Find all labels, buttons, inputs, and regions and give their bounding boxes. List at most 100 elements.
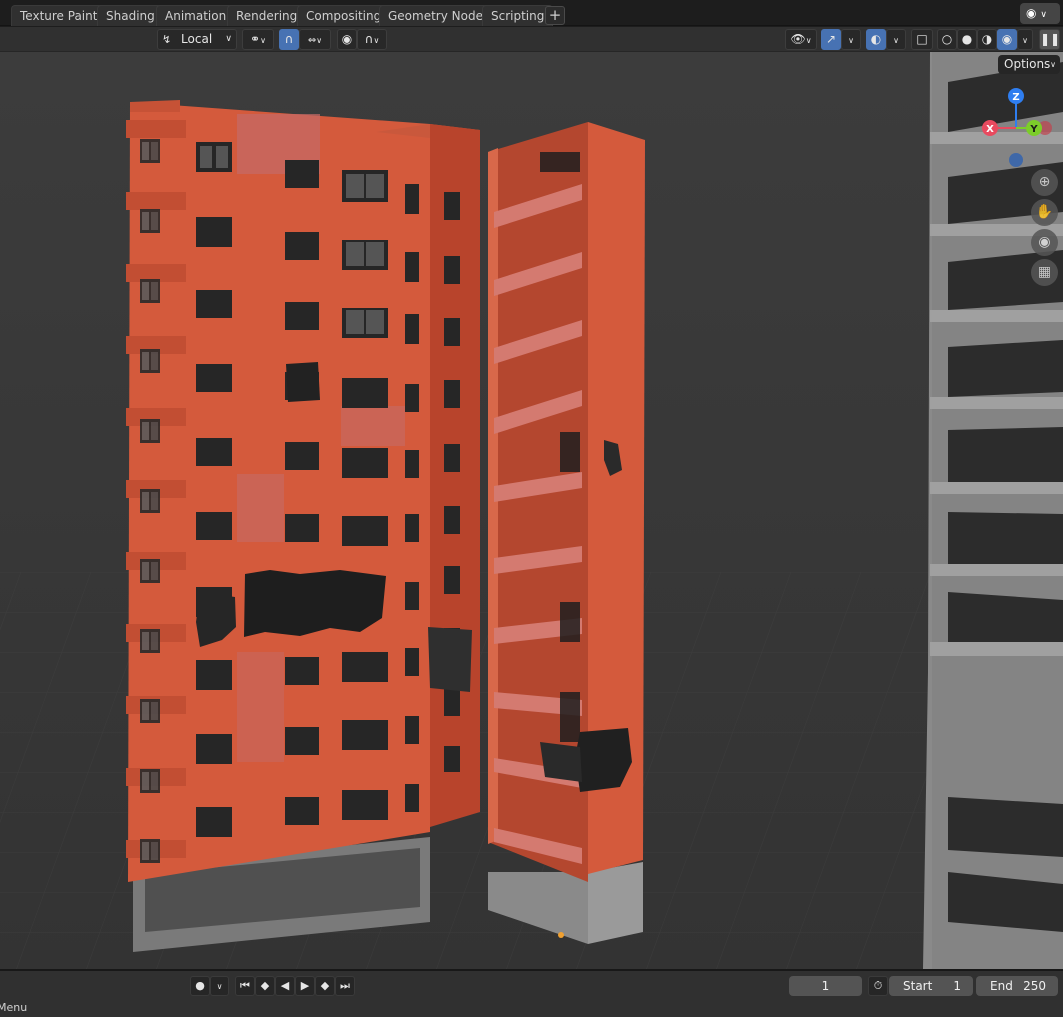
jump-end-icon: ⏭ — [340, 979, 350, 992]
solid-shading-button[interactable]: ● — [957, 29, 977, 50]
pause-icon: ❚❚ — [1040, 32, 1061, 46]
chevron-down-icon: ∨ — [1040, 10, 1047, 20]
play-button[interactable]: ▶ — [295, 976, 315, 996]
record-dot-icon: ● — [195, 979, 205, 992]
proportional-edit-icon: ◉ — [341, 32, 353, 46]
workspace-tab-bar: Texture Paint Shading Animation Renderin… — [0, 0, 1063, 26]
proportional-edit-toggle[interactable]: ◉ — [337, 29, 357, 50]
prev-keyframe-icon: ◆ — [260, 979, 270, 992]
jump-end-button[interactable]: ⏭ — [335, 976, 355, 996]
gizmo-x-label: X — [986, 124, 994, 135]
chevron-down-icon: ∨ — [216, 982, 223, 991]
play-reverse-button[interactable]: ◀ — [275, 976, 295, 996]
play-reverse-icon: ◀ — [280, 979, 290, 992]
next-keyframe-button[interactable]: ◆ — [315, 976, 335, 996]
xray-icon: □ — [916, 32, 928, 46]
chevron-down-icon: ∨ — [225, 34, 232, 44]
visibility-dropdown[interactable]: 👁∨ — [785, 29, 817, 50]
overlays-dropdown[interactable]: ∨ — [886, 29, 906, 50]
gizmo-toggle[interactable]: ↗ — [821, 29, 841, 50]
rendered-sphere-icon: ◉ — [1001, 32, 1013, 46]
end-label: End — [990, 979, 1013, 993]
prev-keyframe-button[interactable]: ◆ — [255, 976, 275, 996]
wireframe-sphere-icon: ○ — [941, 32, 953, 46]
proportional-falloff-dropdown[interactable]: ∩∨ — [357, 29, 387, 50]
magnet-icon: ∩ — [284, 32, 294, 46]
record-button[interactable]: ● — [190, 976, 210, 996]
viewport-header: ↯ Local ∨ ⚭∨ ∩ ⇔∨ ◉ ∩∨ 👁∨ ↗ ∨ ◐ ∨ □ ○ ● … — [0, 27, 1063, 52]
viewport-render: Z X Y — [0, 52, 1063, 969]
end-value: 250 — [1023, 979, 1046, 993]
material-sphere-icon: ◑ — [981, 32, 993, 46]
keying-dropdown[interactable]: ∨ — [210, 976, 229, 996]
options-label: Options — [1004, 57, 1051, 71]
status-menu-label: Menu — [0, 1001, 28, 1014]
gizmo-dropdown[interactable]: ∨ — [841, 29, 861, 50]
next-keyframe-icon: ◆ — [320, 979, 330, 992]
chevron-down-icon: ∨ — [316, 36, 323, 45]
orientation-icon: ↯ — [162, 33, 172, 46]
timeline-bar: ● ∨ ⏮ ◆ ◀ ▶ ◆ ⏭ 1 ⏱ Start 1 End 250 — [0, 969, 1063, 999]
tab-scripting[interactable]: Scripting — [482, 5, 554, 26]
orange-building-main — [126, 100, 480, 952]
scene-icon: ◉ — [1026, 6, 1037, 20]
jump-start-icon: ⏮ — [240, 979, 250, 992]
damage-hole-large — [244, 570, 386, 637]
eye-icon: 👁 — [790, 32, 806, 46]
object-origin-dot — [558, 932, 564, 938]
play-icon: ▶ — [300, 979, 310, 992]
current-frame-field[interactable]: 1 — [789, 976, 862, 996]
start-frame-field[interactable]: Start 1 — [889, 976, 973, 996]
material-preview-button[interactable]: ◑ — [977, 29, 997, 50]
gizmo-z-label: Z — [1012, 92, 1019, 103]
chevron-down-icon: ∨ — [1050, 60, 1056, 69]
orange-building-tower — [488, 122, 645, 944]
chevron-down-icon: ∨ — [805, 36, 812, 45]
status-bar: Menu — [0, 999, 1063, 1017]
options-dropdown[interactable]: Options ∨ — [998, 55, 1060, 74]
wireframe-shading-button[interactable]: ○ — [937, 29, 957, 50]
pivot-icon: ⚭ — [250, 32, 261, 46]
stopwatch-icon: ⏱ — [873, 979, 883, 992]
scene-selector[interactable]: ◉ ∨ — [1020, 3, 1060, 24]
pivot-point-dropdown[interactable]: ⚭∨ — [242, 29, 274, 50]
3d-viewport[interactable]: Z X Y Options ∨ ⊕ ✋ ◉ ▦ — [0, 52, 1063, 969]
solid-sphere-icon: ● — [961, 32, 973, 46]
gizmo-icon: ↗ — [825, 32, 837, 46]
start-value: 1 — [953, 979, 961, 993]
tab-texture-paint[interactable]: Texture Paint — [11, 5, 107, 26]
overlays-toggle[interactable]: ◐ — [866, 29, 886, 50]
snap-toggle[interactable]: ∩ — [279, 29, 299, 50]
tab-animation[interactable]: Animation — [156, 5, 236, 26]
gizmo-neg-z-handle — [1009, 153, 1023, 167]
tab-geometry-nodes[interactable]: Geometry Nodes — [379, 5, 499, 26]
camera-view-icon[interactable]: ◉ — [1031, 229, 1058, 256]
tab-compositing[interactable]: Compositing — [297, 5, 391, 26]
jump-start-button[interactable]: ⏮ — [235, 976, 255, 996]
add-workspace-button[interactable]: + — [545, 6, 565, 25]
chevron-down-icon: ∨ — [373, 36, 380, 45]
chevron-down-icon: ∨ — [260, 36, 266, 45]
xray-toggle[interactable]: □ — [911, 29, 933, 50]
tab-rendering[interactable]: Rendering — [227, 5, 307, 26]
zoom-icon[interactable]: ⊕ — [1031, 169, 1058, 196]
snap-target-dropdown[interactable]: ⇔∨ — [299, 29, 331, 50]
overlays-icon: ◐ — [870, 32, 882, 46]
transform-orientation-dropdown[interactable]: ↯ Local ∨ — [157, 29, 237, 50]
chevron-down-icon: ∨ — [893, 36, 899, 45]
blender-window: Texture Paint Shading Animation Renderin… — [0, 0, 1063, 1017]
tab-shading[interactable]: Shading — [97, 5, 164, 26]
chevron-down-icon: ∨ — [848, 36, 854, 45]
rendered-shading-button[interactable]: ◉ — [997, 29, 1017, 50]
gizmo-y-label: Y — [1029, 124, 1038, 135]
perspective-grid-icon[interactable]: ▦ — [1031, 259, 1058, 286]
damage-hole-side — [428, 627, 472, 692]
end-frame-field[interactable]: End 250 — [976, 976, 1058, 996]
pan-hand-icon[interactable]: ✋ — [1031, 199, 1058, 226]
stopwatch-toggle[interactable]: ⏱ — [868, 976, 888, 996]
shading-dropdown[interactable]: ∨ — [1017, 29, 1033, 50]
transform-orientation-label: Local — [181, 32, 213, 46]
pause-render-button[interactable]: ❚❚ — [1039, 29, 1060, 50]
chevron-down-icon: ∨ — [1022, 36, 1028, 45]
start-label: Start — [903, 979, 933, 993]
